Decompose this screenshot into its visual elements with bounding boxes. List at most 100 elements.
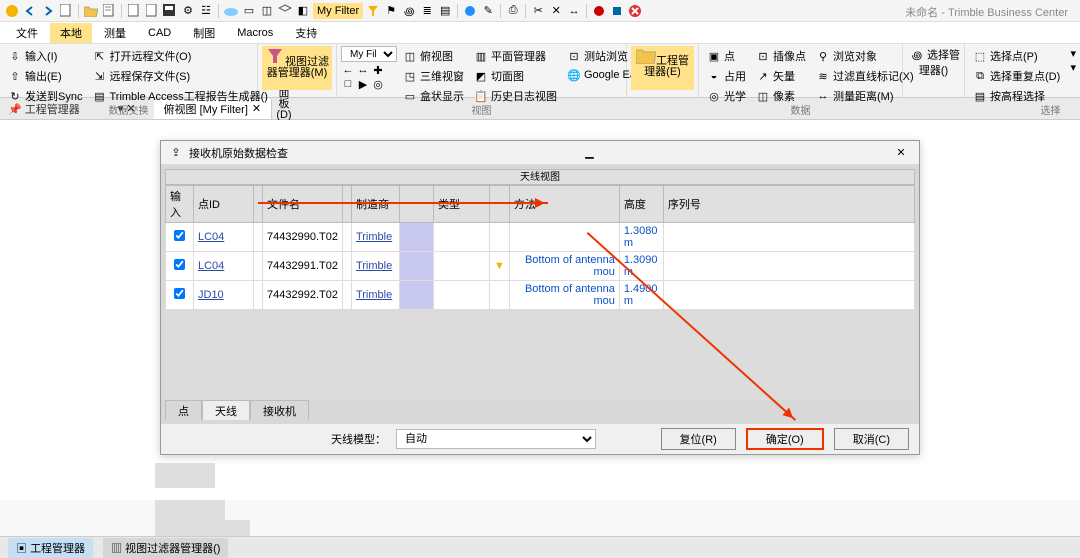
cell-height[interactable]: 1.3080 m [619,223,663,252]
save-icon[interactable] [162,3,178,19]
tool1-icon[interactable]: ⚙ [180,3,196,19]
col-type[interactable]: 类型 [433,186,489,223]
funnel-icon[interactable] [365,3,381,19]
distance-btn[interactable]: ↔测量距离(M) [812,86,918,106]
col-file[interactable]: 文件名 [263,186,343,223]
table-row[interactable]: JD10 74432992.T02 Trimble Bottom of ante… [166,281,915,310]
stop-icon[interactable] [609,3,625,19]
new-icon[interactable] [58,3,74,19]
filter-icon[interactable]: My Filter [313,3,363,19]
doc2-icon[interactable] [144,3,160,19]
cloud-icon[interactable] [223,3,239,19]
view-filter-mgr-button[interactable]: 视图过滤器管理器(M) [262,46,332,90]
cell-id[interactable]: LC04 [194,223,254,252]
layers-icon[interactable]: ≣ [419,3,435,19]
box-icon[interactable]: ▭ [241,3,257,19]
planemgr-button[interactable]: ▥平面管理器 [470,46,561,66]
cancel-button[interactable]: 取消(C) [834,428,909,450]
tab-antenna[interactable]: 天线 [202,400,250,420]
optics-btn[interactable]: ◎光学 [703,86,750,106]
dialog-close-icon[interactable]: ✕ [891,146,911,159]
menu-draw[interactable]: 制图 [183,23,225,43]
menu-file[interactable]: 文件 [6,23,48,43]
history-button[interactable]: 📋历史日志视图 [470,86,561,106]
output-button[interactable]: ⇧输出(E) [4,66,86,86]
col-height[interactable]: 高度 [619,186,663,223]
3d-icon[interactable] [277,3,293,19]
print-icon[interactable]: ⎙ [505,3,521,19]
nav5-icon[interactable]: ▶ [356,77,370,91]
link-icon[interactable]: ꩜ [401,3,417,19]
tool5-icon[interactable]: ◧ [295,3,311,19]
filter-select[interactable]: My Filter [341,46,397,62]
open-icon[interactable] [83,3,99,19]
cell-mfr[interactable]: Trimble [351,252,399,281]
section-button[interactable]: ◩切面图 [470,66,561,86]
edit-icon[interactable] [462,3,478,19]
imgpoint-btn[interactable]: ⊡插像点 [752,46,810,66]
tool2-icon[interactable]: ☳ [198,3,214,19]
model-select[interactable]: 自动 [396,429,596,449]
col-mfr[interactable]: 制造商 [351,186,399,223]
menu-cad[interactable]: CAD [138,25,181,41]
more2-icon[interactable]: ▾ [1066,60,1080,74]
boxview-button[interactable]: ▭盒状显示 [399,86,468,106]
rec-icon[interactable] [591,3,607,19]
seldup-btn[interactable]: ⧉选择重复点(D) [969,66,1064,86]
status-tab-filter[interactable]: ▥ 视图过滤器管理器() [103,538,228,558]
nav6-icon[interactable]: ◎ [371,77,385,91]
nav4-icon[interactable]: □ [341,77,355,91]
redo-icon[interactable] [40,3,56,19]
project-mgr-button[interactable]: 工程管理器(E) [631,46,694,90]
status-tab-mgr[interactable]: ▣ 工程管理器 [8,538,93,558]
method-flag[interactable]: ▼ [489,252,509,281]
save-remote-button[interactable]: ⇲远程保存文件(S) [88,66,272,86]
nav-icon[interactable]: ← [341,63,355,77]
nav2-icon[interactable]: ↔ [356,63,370,77]
measure-icon[interactable]: ↔ [566,3,582,19]
menu-survey[interactable]: 测量 [94,23,136,43]
close-icon[interactable] [627,3,643,19]
doc-icon[interactable] [126,3,142,19]
input-button[interactable]: ⇩输入(I) [4,46,86,66]
nav3-icon[interactable]: ✚ [371,63,385,77]
menu-local[interactable]: 本地 [50,23,92,43]
cube-icon[interactable]: ◫ [259,3,275,19]
point-btn[interactable]: ▣点 [703,46,750,66]
3dview-button[interactable]: ◳三维视窗 [399,66,468,86]
ok-button[interactable]: 确定(O) [746,428,824,450]
col-input[interactable]: 输入 [166,186,194,223]
dialog-minimize-icon[interactable]: ▁ [580,146,600,159]
occupy-btn[interactable]: ◒占用 [703,66,750,86]
row-checkbox[interactable] [174,288,185,299]
template-icon[interactable] [101,3,117,19]
browse-btn[interactable]: ⚲浏览对象 [812,46,918,66]
access-report-button[interactable]: ▤Trimble Access工程报告生成器() [88,86,272,106]
selelev-btn[interactable]: ▤按高程选择 [969,86,1064,106]
flag-icon[interactable]: ⚑ [383,3,399,19]
select-mgr-button[interactable]: ꩜选择管理器() [907,46,960,90]
open-remote-button[interactable]: ⇱打开远程文件(O) [88,46,272,66]
cell-mfr[interactable]: Trimble [351,281,399,310]
tab-receiver[interactable]: 接收机 [250,400,309,420]
col-method[interactable]: 方法 [509,186,619,223]
cell-mfr[interactable]: Trimble [351,223,399,252]
undo-icon[interactable] [22,3,38,19]
vector-btn[interactable]: ↗矢量 [752,66,810,86]
row-checkbox[interactable] [174,259,185,270]
book-icon[interactable]: ▤ [437,3,453,19]
col-serial[interactable]: 序列号 [663,186,914,223]
pixel-btn[interactable]: ◫像素 [752,86,810,106]
menu-support[interactable]: 支持 [285,23,327,43]
compass-icon[interactable]: ✕ [548,3,564,19]
sync-button[interactable]: ↻发送到Sync [4,86,86,106]
scissors-icon[interactable]: ✂ [530,3,546,19]
menu-macros[interactable]: Macros [227,25,283,41]
reset-button[interactable]: 复位(R) [661,428,736,450]
row-checkbox[interactable] [174,230,185,241]
col-pointid[interactable]: 点ID [194,186,254,223]
more1-icon[interactable]: ▾ [1066,46,1080,60]
selpoint-btn[interactable]: ⬚选择点(P) [969,46,1064,66]
tab-point[interactable]: 点 [165,400,202,420]
table-row[interactable]: LC04 74432990.T02 Trimble 1.3080 m [166,223,915,252]
